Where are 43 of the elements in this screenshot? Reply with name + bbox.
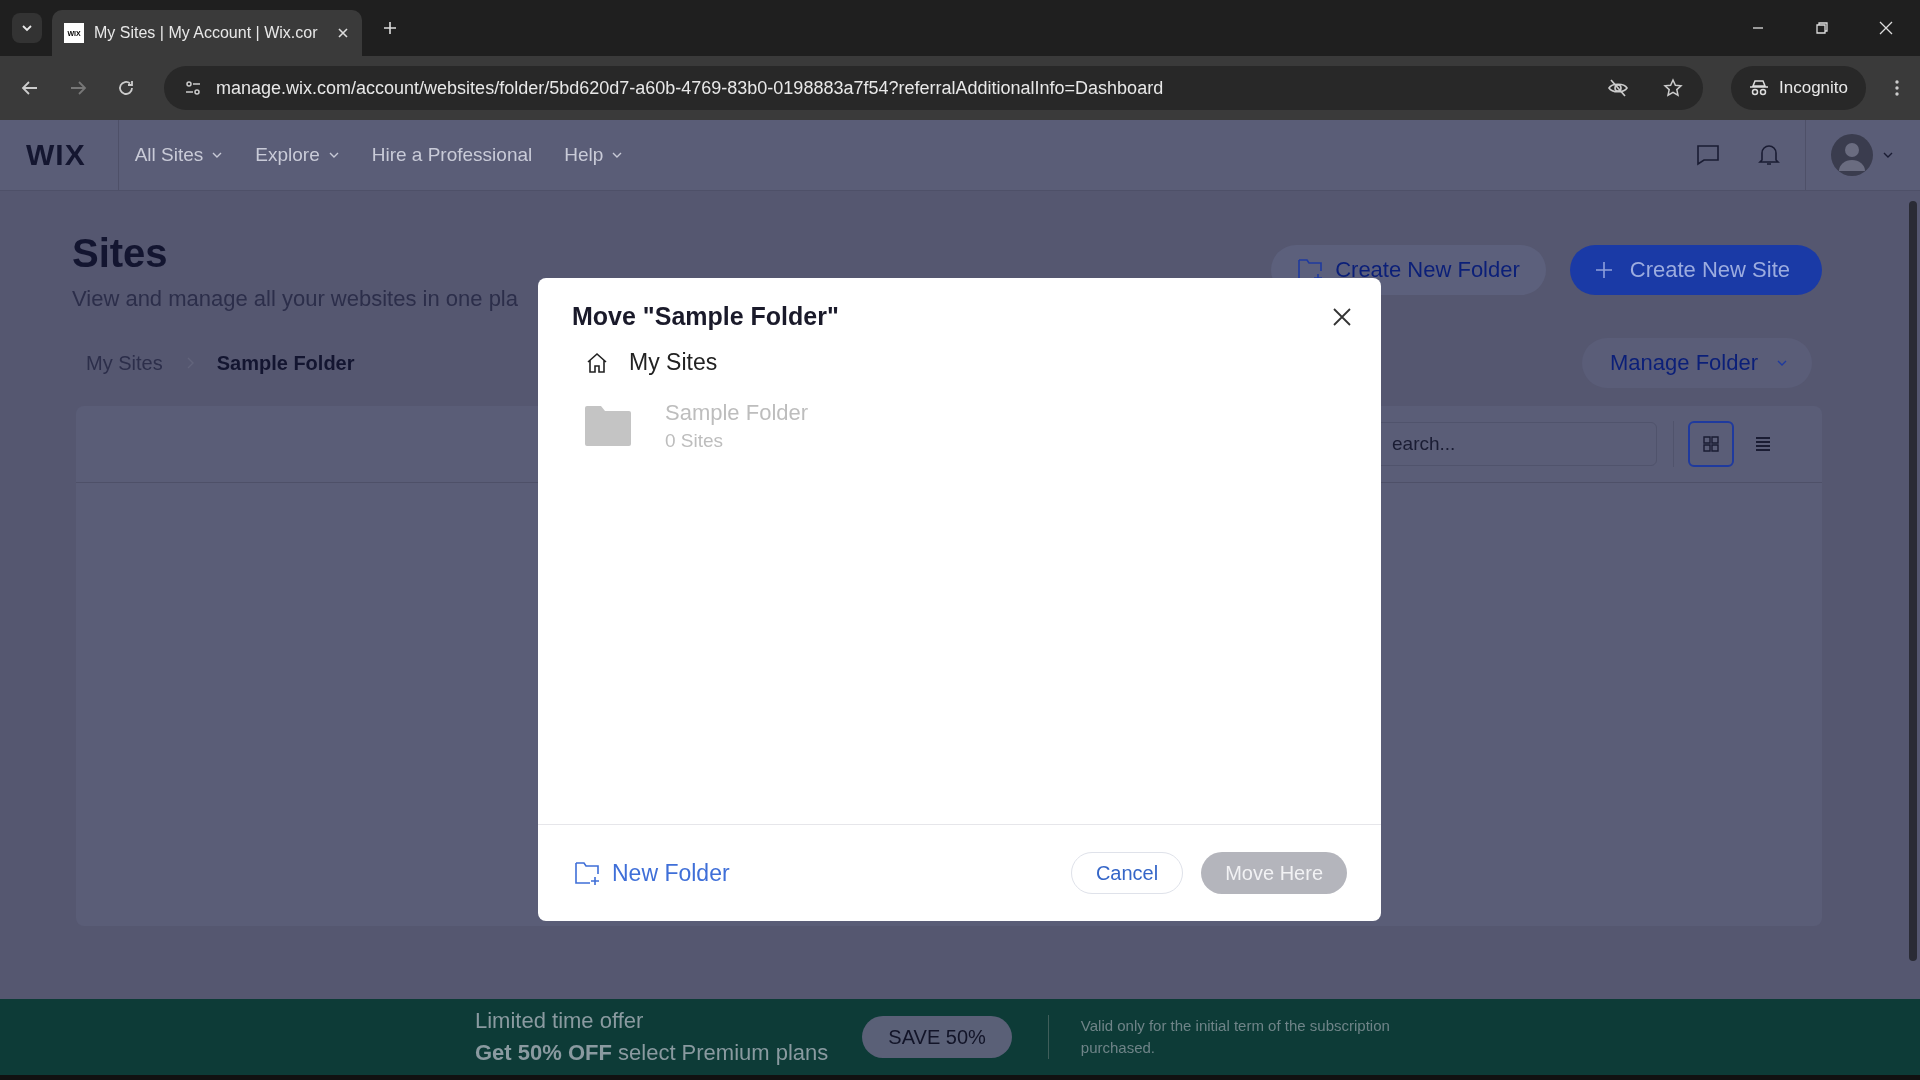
close-window-icon[interactable] [1878, 20, 1894, 36]
save-button[interactable]: SAVE 50% [862, 1016, 1012, 1058]
folder-plus-icon [574, 860, 602, 886]
close-icon[interactable] [1331, 305, 1353, 328]
restore-icon[interactable] [1814, 20, 1830, 36]
folder-tree-item[interactable]: My Sites [538, 331, 1381, 376]
promo-headline: Limited time offer [475, 1008, 645, 1034]
url-text: manage.wix.com/account/websites/folder/5bd620d7-a60b-4769-83b0-0198883a7f54?referralAdditionalInfo=Dashboard [216, 77, 1164, 99]
cancel-button[interactable]: Cancel [1070, 852, 1184, 894]
tab-title: My Sites | My Account | Wix.cor [94, 24, 319, 42]
address-bar[interactable]: manage.wix.com/account/websites/folder/5bd620d7-a60b-4769-83b0-0198883a7f54?referralAdditionalInfo=Dashboard [164, 66, 1703, 110]
chevron-down-icon [21, 22, 33, 34]
incognito-badge[interactable]: Incognito [1731, 66, 1866, 110]
dialog-title: Move "Sample Folder" [572, 302, 839, 331]
close-tab-icon[interactable] [336, 26, 350, 40]
folder-name: Sample Folder [665, 400, 809, 426]
manage-folder-button[interactable]: Manage Folder [1582, 338, 1812, 388]
nav-menu-item[interactable]: Hire a Professional [371, 144, 533, 166]
nav-menu-item[interactable]: Help [564, 144, 624, 166]
breadcrumb-item[interactable]: Sample Folder [216, 351, 355, 375]
reload-icon[interactable] [116, 78, 136, 98]
page-title: Sites [72, 231, 169, 276]
incognito-icon [1749, 80, 1769, 96]
home-icon [585, 350, 609, 375]
promo-note: Valid only for the initial term of the subscription purchased. [1080, 1016, 1391, 1058]
create-site-button[interactable]: Create New Site [1569, 245, 1822, 295]
new-tab-icon[interactable] [382, 20, 398, 36]
folder-site-count: 0 Sites [665, 430, 725, 452]
folder-icon [583, 404, 633, 448]
more-menu-icon[interactable] [1894, 78, 1900, 98]
star-icon[interactable] [1663, 78, 1683, 98]
wix-logo[interactable]: WIX [26, 138, 86, 172]
grid-icon [1702, 435, 1720, 453]
list-icon [1754, 435, 1772, 453]
nav-menu-item[interactable]: All Sites [134, 144, 224, 166]
nav-menu-item[interactable]: Explore [255, 144, 340, 166]
site-settings-icon[interactable] [184, 79, 202, 97]
plus-icon [1593, 260, 1614, 280]
bell-icon[interactable] [1757, 142, 1781, 168]
promo-offer: Get 50% OFF select Premium plans [475, 1040, 829, 1066]
new-folder-link[interactable]: New Folder [574, 859, 730, 887]
eye-slash-icon[interactable] [1607, 77, 1629, 99]
tab-search-button[interactable] [12, 13, 42, 43]
